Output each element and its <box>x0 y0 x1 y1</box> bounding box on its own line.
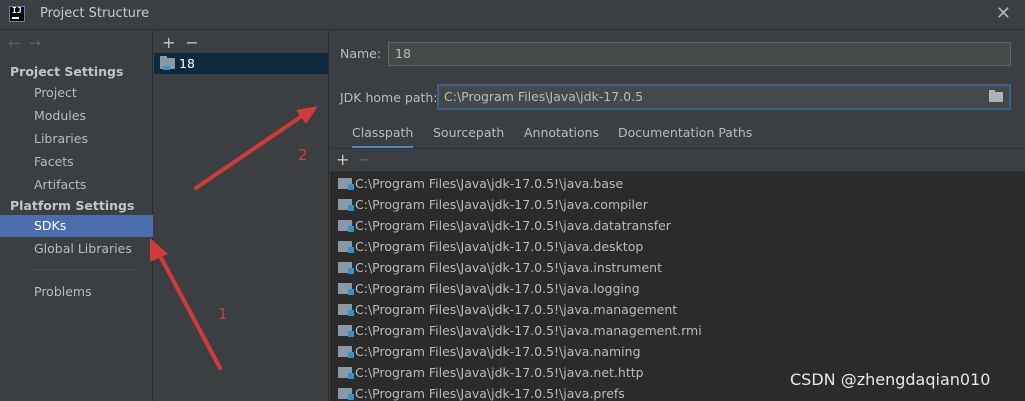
tabs-divider <box>330 148 1025 149</box>
classpath-toolbar: + − <box>336 150 371 169</box>
module-icon <box>338 220 354 232</box>
path-label: C:\Program Files\Java\jdk-17.0.5!\java.b… <box>355 176 624 191</box>
settings-sidebar: ← → Project Settings Project Modules Libr… <box>0 31 153 401</box>
platform-settings-header: Platform Settings <box>10 198 135 213</box>
list-item[interactable]: C:\Program Files\Java\jdk-17.0.5!\java.d… <box>330 236 1025 257</box>
remove-path-button[interactable]: − <box>357 150 370 169</box>
list-item[interactable]: C:\Program Files\Java\jdk-17.0.5!\java.i… <box>330 257 1025 278</box>
path-label: C:\Program Files\Java\jdk-17.0.5!\java.n… <box>355 365 644 380</box>
jdk-home-path-field[interactable]: C:\Program Files\Java\jdk-17.0.5 <box>437 84 1011 110</box>
path-label: C:\Program Files\Java\jdk-17.0.5!\java.m… <box>355 302 678 317</box>
annotation-number-2: 2 <box>298 146 308 164</box>
list-item[interactable]: C:\Program Files\Java\jdk-17.0.5!\java.m… <box>330 299 1025 320</box>
back-arrow-icon[interactable]: ← <box>8 34 21 52</box>
sidebar-item-modules[interactable]: Modules <box>0 105 153 127</box>
jdk-home-path-value: C:\Program Files\Java\jdk-17.0.5 <box>444 89 644 104</box>
path-label: C:\Program Files\Java\jdk-17.0.5!\java.i… <box>355 260 662 275</box>
sdk-list-panel: + − 18 <box>154 31 329 401</box>
path-label: C:\Program Files\Java\jdk-17.0.5!\java.m… <box>355 323 702 338</box>
tab-annotations[interactable]: Annotations <box>524 121 599 149</box>
list-item[interactable]: C:\Program Files\Java\jdk-17.0.5!\java.c… <box>330 194 1025 215</box>
module-icon <box>338 325 354 337</box>
module-icon <box>338 283 354 295</box>
module-icon <box>338 346 354 358</box>
sidebar-divider <box>34 269 139 270</box>
list-item[interactable]: C:\Program Files\Java\jdk-17.0.5!\java.m… <box>330 320 1025 341</box>
name-field[interactable]: 18 <box>388 42 1011 66</box>
intellij-logo-icon: IJ <box>9 6 25 22</box>
sidebar-item-sdks[interactable]: SDKs <box>0 215 153 237</box>
watermark: CSDN @zhengdaqian010 <box>790 370 991 389</box>
list-item[interactable]: C:\Program Files\Java\jdk-17.0.5!\java.b… <box>330 173 1025 194</box>
path-label: C:\Program Files\Java\jdk-17.0.5!\java.n… <box>355 344 641 359</box>
list-item[interactable]: C:\Program Files\Java\jdk-17.0.5!\java.d… <box>330 215 1025 236</box>
path-label: C:\Program Files\Java\jdk-17.0.5!\java.d… <box>355 218 671 233</box>
project-settings-header: Project Settings <box>10 64 124 79</box>
add-sdk-button[interactable]: + <box>162 33 175 52</box>
sdk-name: 18 <box>179 56 195 71</box>
name-label: Name: <box>340 46 382 61</box>
window-title: Project Structure <box>40 6 150 21</box>
nav-arrows: ← → <box>8 34 49 52</box>
browse-folder-icon[interactable] <box>989 90 1003 102</box>
jdk-home-label: JDK home path: <box>340 90 438 105</box>
sdk-detail-panel: Name: 18 JDK home path: C:\Program Files… <box>330 31 1025 401</box>
add-path-button[interactable]: + <box>336 150 349 169</box>
path-label: C:\Program Files\Java\jdk-17.0.5!\java.p… <box>355 386 625 401</box>
classpath-list: C:\Program Files\Java\jdk-17.0.5!\java.b… <box>330 171 1025 401</box>
tab-documentation-paths[interactable]: Documentation Paths <box>618 121 752 149</box>
sdk-list-item[interactable]: 18 <box>154 53 328 74</box>
path-label: C:\Program Files\Java\jdk-17.0.5!\java.d… <box>355 239 644 254</box>
sidebar-item-libraries[interactable]: Libraries <box>0 128 153 150</box>
module-icon <box>338 262 354 274</box>
sidebar-item-artifacts[interactable]: Artifacts <box>0 174 153 196</box>
title-bar: IJ Project Structure ✕ <box>0 0 1025 30</box>
module-icon <box>338 388 354 400</box>
module-icon <box>338 367 354 379</box>
sidebar-item-problems[interactable]: Problems <box>0 281 153 303</box>
annotation-number-1: 1 <box>218 305 228 323</box>
sidebar-item-facets[interactable]: Facets <box>0 151 153 173</box>
close-icon[interactable]: ✕ <box>996 5 1011 23</box>
sidebar-item-global-libraries[interactable]: Global Libraries <box>0 238 153 260</box>
sidebar-item-project[interactable]: Project <box>0 82 153 104</box>
list-item[interactable]: C:\Program Files\Java\jdk-17.0.5!\java.n… <box>330 341 1025 362</box>
tab-classpath[interactable]: Classpath <box>352 121 414 149</box>
tab-sourcepath[interactable]: Sourcepath <box>433 121 504 149</box>
path-label: C:\Program Files\Java\jdk-17.0.5!\java.l… <box>355 281 640 296</box>
module-icon <box>338 304 354 316</box>
module-icon <box>338 178 354 190</box>
path-label: C:\Program Files\Java\jdk-17.0.5!\java.c… <box>355 197 648 212</box>
module-icon <box>338 199 354 211</box>
module-icon <box>338 241 354 253</box>
list-item[interactable]: C:\Program Files\Java\jdk-17.0.5!\java.l… <box>330 278 1025 299</box>
remove-sdk-button[interactable]: − <box>185 33 198 52</box>
forward-arrow-icon[interactable]: → <box>29 34 42 52</box>
jdk-folder-icon <box>160 56 175 70</box>
sdk-toolbar: + − <box>162 33 209 52</box>
